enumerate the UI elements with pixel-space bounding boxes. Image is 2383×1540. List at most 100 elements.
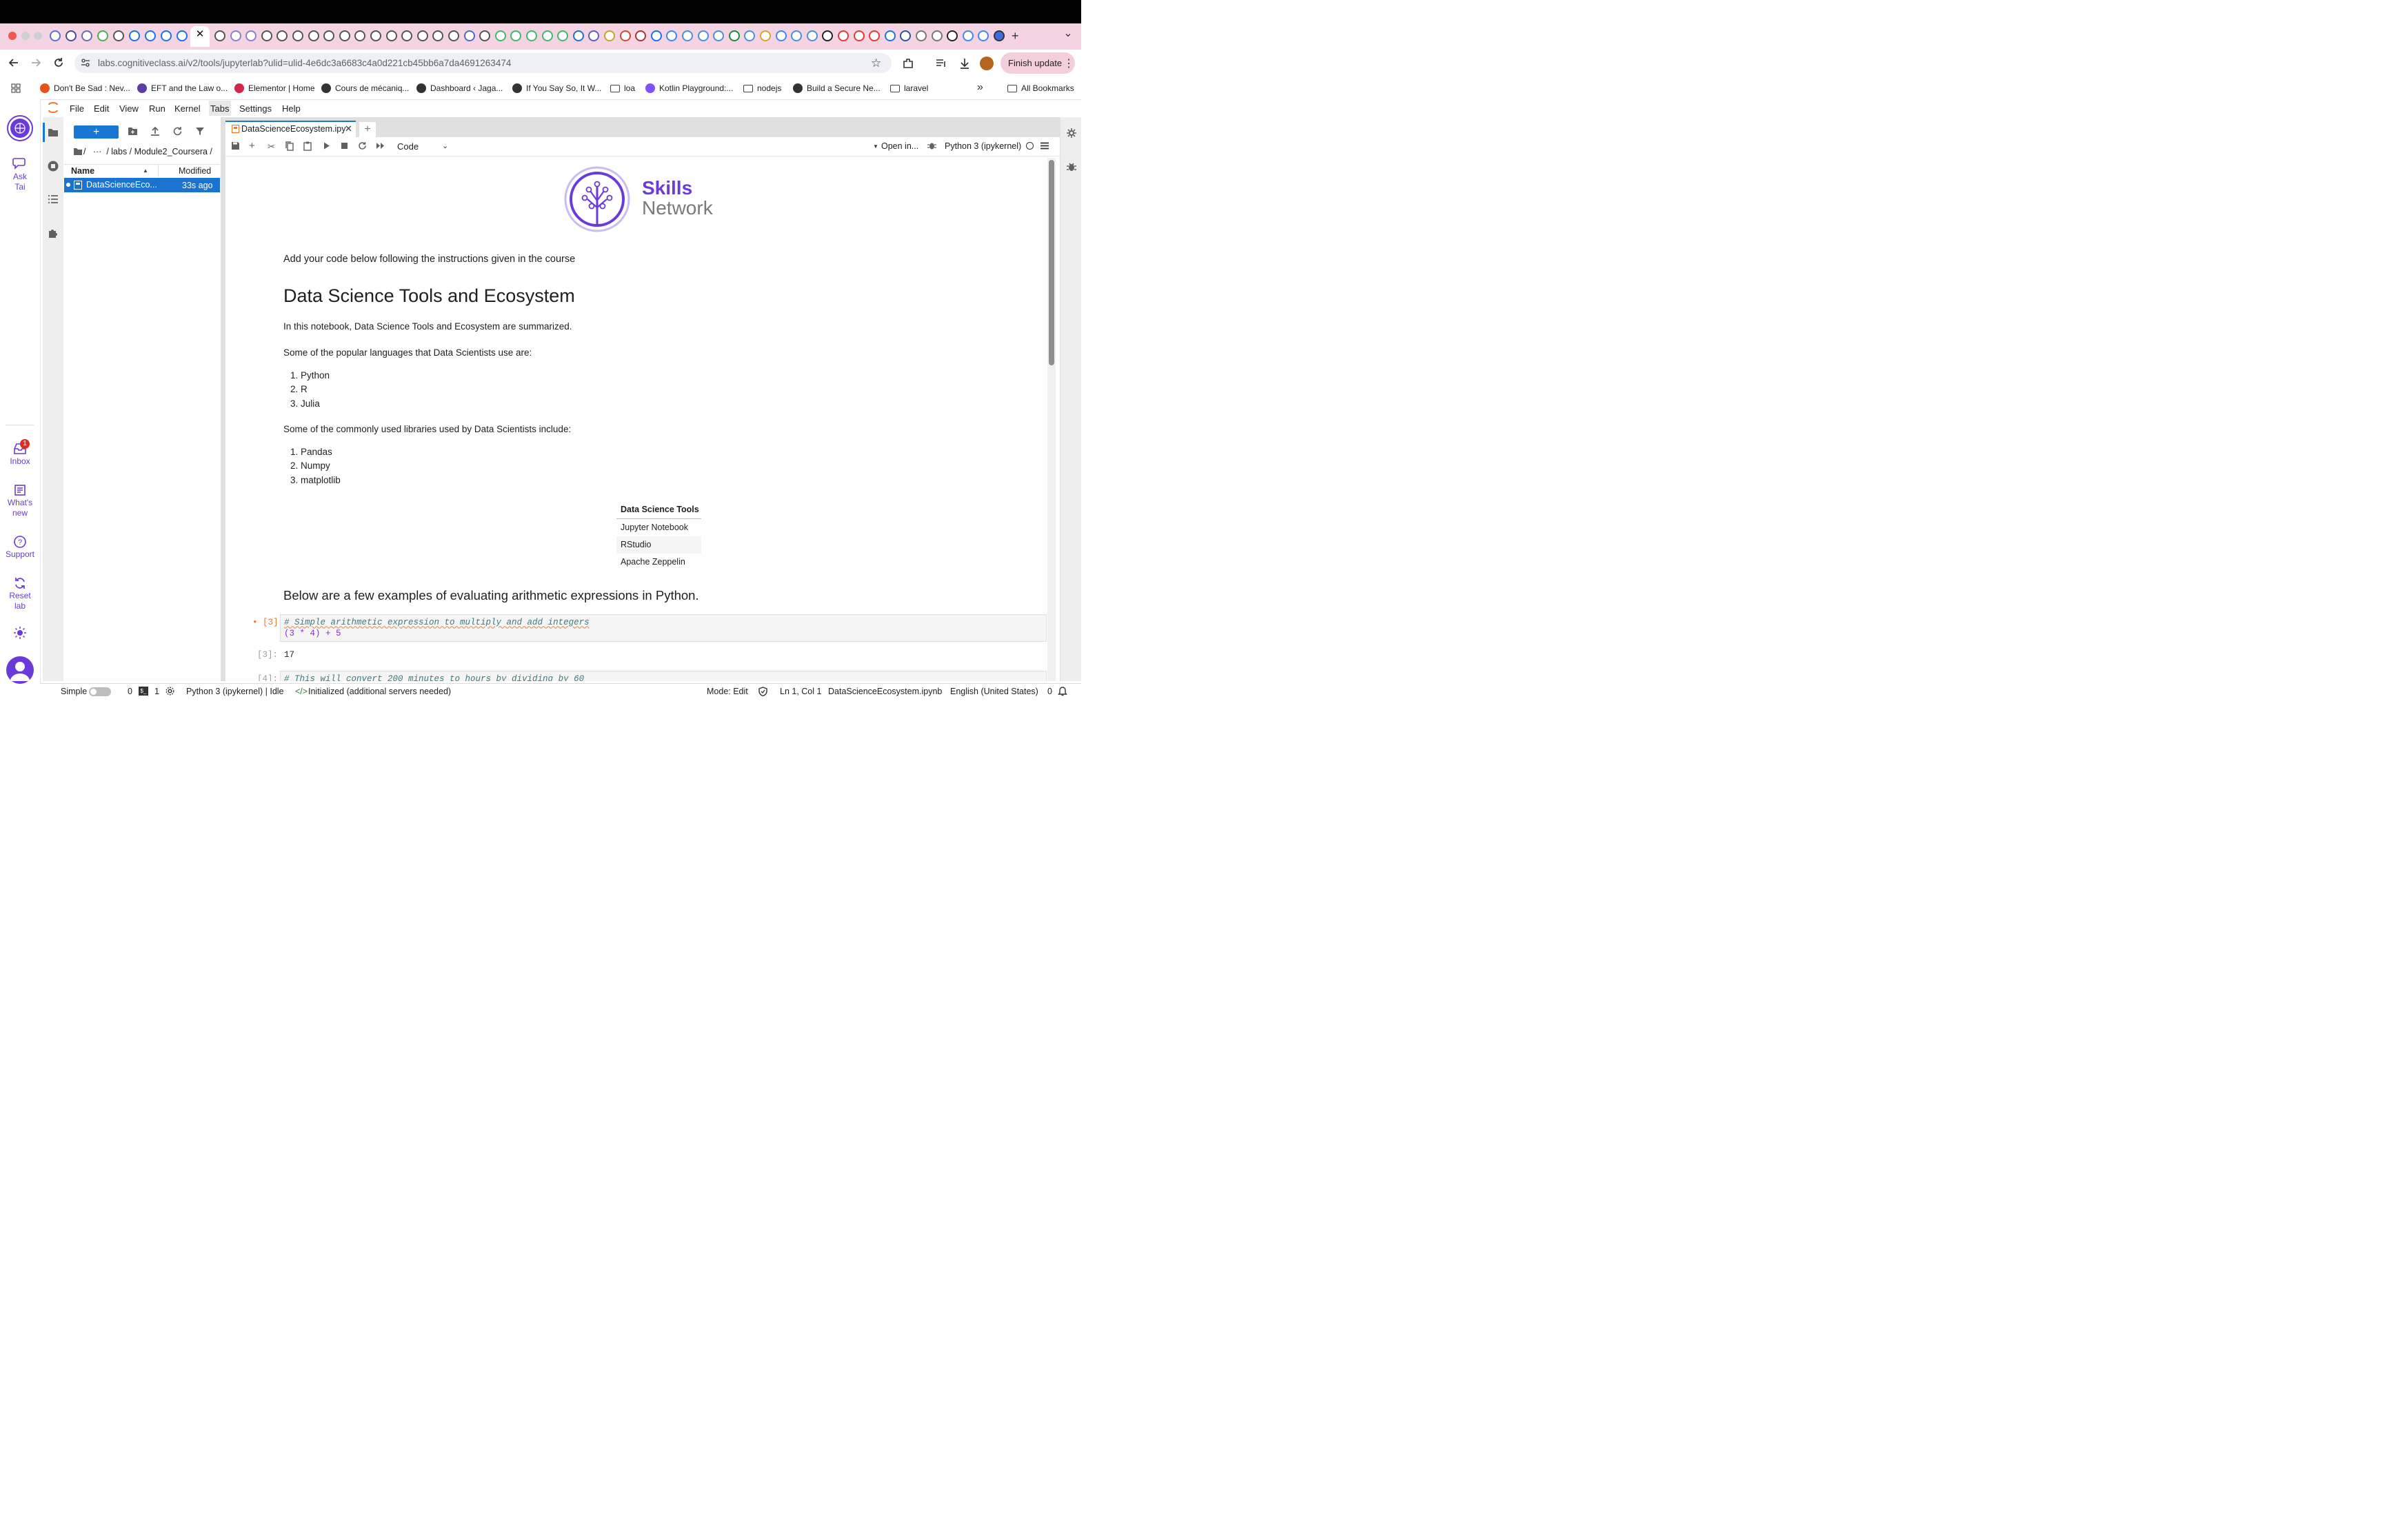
ask-tai-button[interactable]: Ask Tai [0,172,40,192]
browser-tab-favicon-icon[interactable] [728,30,740,41]
scrollbar-thumb[interactable] [1049,160,1054,365]
copy-icon[interactable] [285,141,294,151]
browser-tab-favicon-icon[interactable] [916,30,927,41]
bookmark-item[interactable]: laravel [890,83,928,93]
browser-tab-favicon-icon[interactable] [541,30,553,41]
menu-edit[interactable]: Edit [94,103,109,114]
skills-network-logo-icon[interactable] [6,114,34,142]
browser-tab-favicon-icon[interactable] [145,30,156,41]
browser-tab-favicon-icon[interactable] [650,30,662,41]
browser-tab-favicon-icon[interactable] [806,30,818,41]
lsp-status[interactable]: Initialized (additional servers needed) [308,687,451,696]
browser-tab-favicon-icon[interactable] [962,30,974,41]
new-launcher-button[interactable]: + [74,125,119,139]
theme-sun-icon[interactable] [13,626,27,640]
inbox-label[interactable]: Inbox [0,456,40,467]
user-avatar[interactable] [6,656,34,684]
browser-tab-favicon-icon[interactable] [775,30,787,41]
menu-settings[interactable]: Settings [239,103,272,114]
breadcrumb-folder-icon[interactable] [73,148,83,156]
debug-bug-icon[interactable] [927,141,936,150]
browser-tab-favicon-icon[interactable] [931,30,943,41]
bookmark-item[interactable]: loa [610,83,635,93]
spellcheck-language[interactable]: English (United States) [950,687,1038,696]
browser-tab-favicon-icon[interactable] [308,30,319,41]
table-of-contents-icon[interactable] [48,194,59,204]
browser-tab-favicon-icon[interactable] [604,30,615,41]
cell-4-comment[interactable]: # This will convert 200 minutes to hours… [281,671,1046,681]
reset-refresh-icon[interactable] [13,576,27,590]
browser-tab-favicon-icon[interactable] [463,30,475,41]
bookmark-item[interactable]: nodejs [743,83,781,93]
filter-icon[interactable] [195,127,205,136]
bookmark-item[interactable]: If You Say So, It W... [512,83,601,93]
run-cell-icon[interactable] [323,142,330,150]
close-window-button[interactable] [8,32,17,40]
browser-tab-favicon-icon[interactable] [113,30,124,41]
browser-tab-favicon-icon[interactable] [50,30,61,41]
bookmark-item[interactable]: Don't Be Sad : Nev... [40,83,130,93]
bookmark-item[interactable]: EFT and the Law o... [137,83,228,93]
extensions-icon[interactable] [902,57,914,70]
restart-run-all-icon[interactable] [376,142,385,150]
browser-tab-favicon-icon[interactable] [526,30,537,41]
cut-icon[interactable]: ✂ [268,141,275,152]
back-arrow-icon[interactable] [8,57,19,68]
menu-file[interactable]: File [70,103,84,114]
bookmark-item[interactable]: Elementor | Home [234,83,315,93]
browser-tab-favicon-icon[interactable] [370,30,381,41]
restart-kernel-icon[interactable] [358,141,367,150]
all-bookmarks-folder[interactable]: All Bookmarks [1007,83,1074,93]
code-cell[interactable]: # This will convert 200 minutes to hours… [280,671,1047,681]
newspaper-icon[interactable] [14,484,26,496]
bookmark-item[interactable]: Dashboard ‹ Jaga... [416,83,503,93]
column-name[interactable]: Name [71,166,94,176]
new-folder-icon[interactable] [128,127,138,136]
browser-tab-favicon-icon[interactable] [697,30,709,41]
forward-arrow-icon[interactable] [30,57,41,68]
browser-tab-favicon-icon[interactable] [292,30,303,41]
browser-tab-favicon-icon[interactable] [214,30,225,41]
folder-icon[interactable] [48,128,59,137]
site-settings-icon[interactable] [81,58,90,68]
cell-3-code[interactable]: (3 * 4) + 5 [284,629,341,638]
browser-tab-favicon-icon[interactable] [994,30,1005,41]
close-tab-icon[interactable]: ✕ [345,123,352,134]
browser-tab-favicon-icon[interactable] [416,30,428,41]
menu-tabs[interactable]: Tabs [210,103,229,114]
browser-tab-favicon-icon[interactable] [66,30,77,41]
paste-icon[interactable] [303,141,312,151]
browser-tab-favicon-icon[interactable] [619,30,631,41]
menu-run[interactable]: Run [149,103,165,114]
browser-tab-favicon-icon[interactable] [853,30,865,41]
browser-tab-favicon-icon[interactable] [161,30,172,41]
reload-icon[interactable] [53,57,64,68]
browser-menu-icon[interactable]: ⋮ [1063,57,1074,70]
security-shield-icon[interactable] [758,687,767,696]
download-icon[interactable] [958,57,971,70]
upload-icon[interactable] [150,126,160,136]
help-circle-icon[interactable]: ? [13,535,27,549]
breadcrumb[interactable]: / ··· / labs / Module2_Coursera / [83,147,212,156]
file-name[interactable]: DataScienceEco... [86,180,157,190]
browser-tab-favicon-icon[interactable] [682,30,693,41]
browser-tab-favicon-icon[interactable] [884,30,896,41]
insert-cell-icon[interactable]: + [249,140,255,152]
bookmarks-overflow-icon[interactable]: » [977,81,983,94]
cell-type-select[interactable]: Code [397,141,419,152]
browser-tab-favicon-icon[interactable] [494,30,506,41]
chat-bubble-icon[interactable] [12,157,28,171]
reading-list-icon[interactable] [935,57,947,70]
menu-view[interactable]: View [119,103,139,114]
apps-grid-icon[interactable] [11,83,21,93]
active-tab-close-icon[interactable]: ✕ [194,28,206,44]
cell-3-comment[interactable]: # Simple arithmetic expression to multip… [284,618,590,627]
cursor-position[interactable]: Ln 1, Col 1 [780,687,821,696]
browser-tab-favicon-icon[interactable] [838,30,849,41]
browser-tab-favicon-icon[interactable] [572,30,584,41]
kernel-name[interactable]: Python 3 (ipykernel) [945,141,1021,151]
column-modified[interactable]: Modified [179,166,211,176]
debugger-bug-icon[interactable] [1066,161,1077,172]
save-icon[interactable] [231,141,240,150]
add-tab-button[interactable]: + [359,122,376,137]
